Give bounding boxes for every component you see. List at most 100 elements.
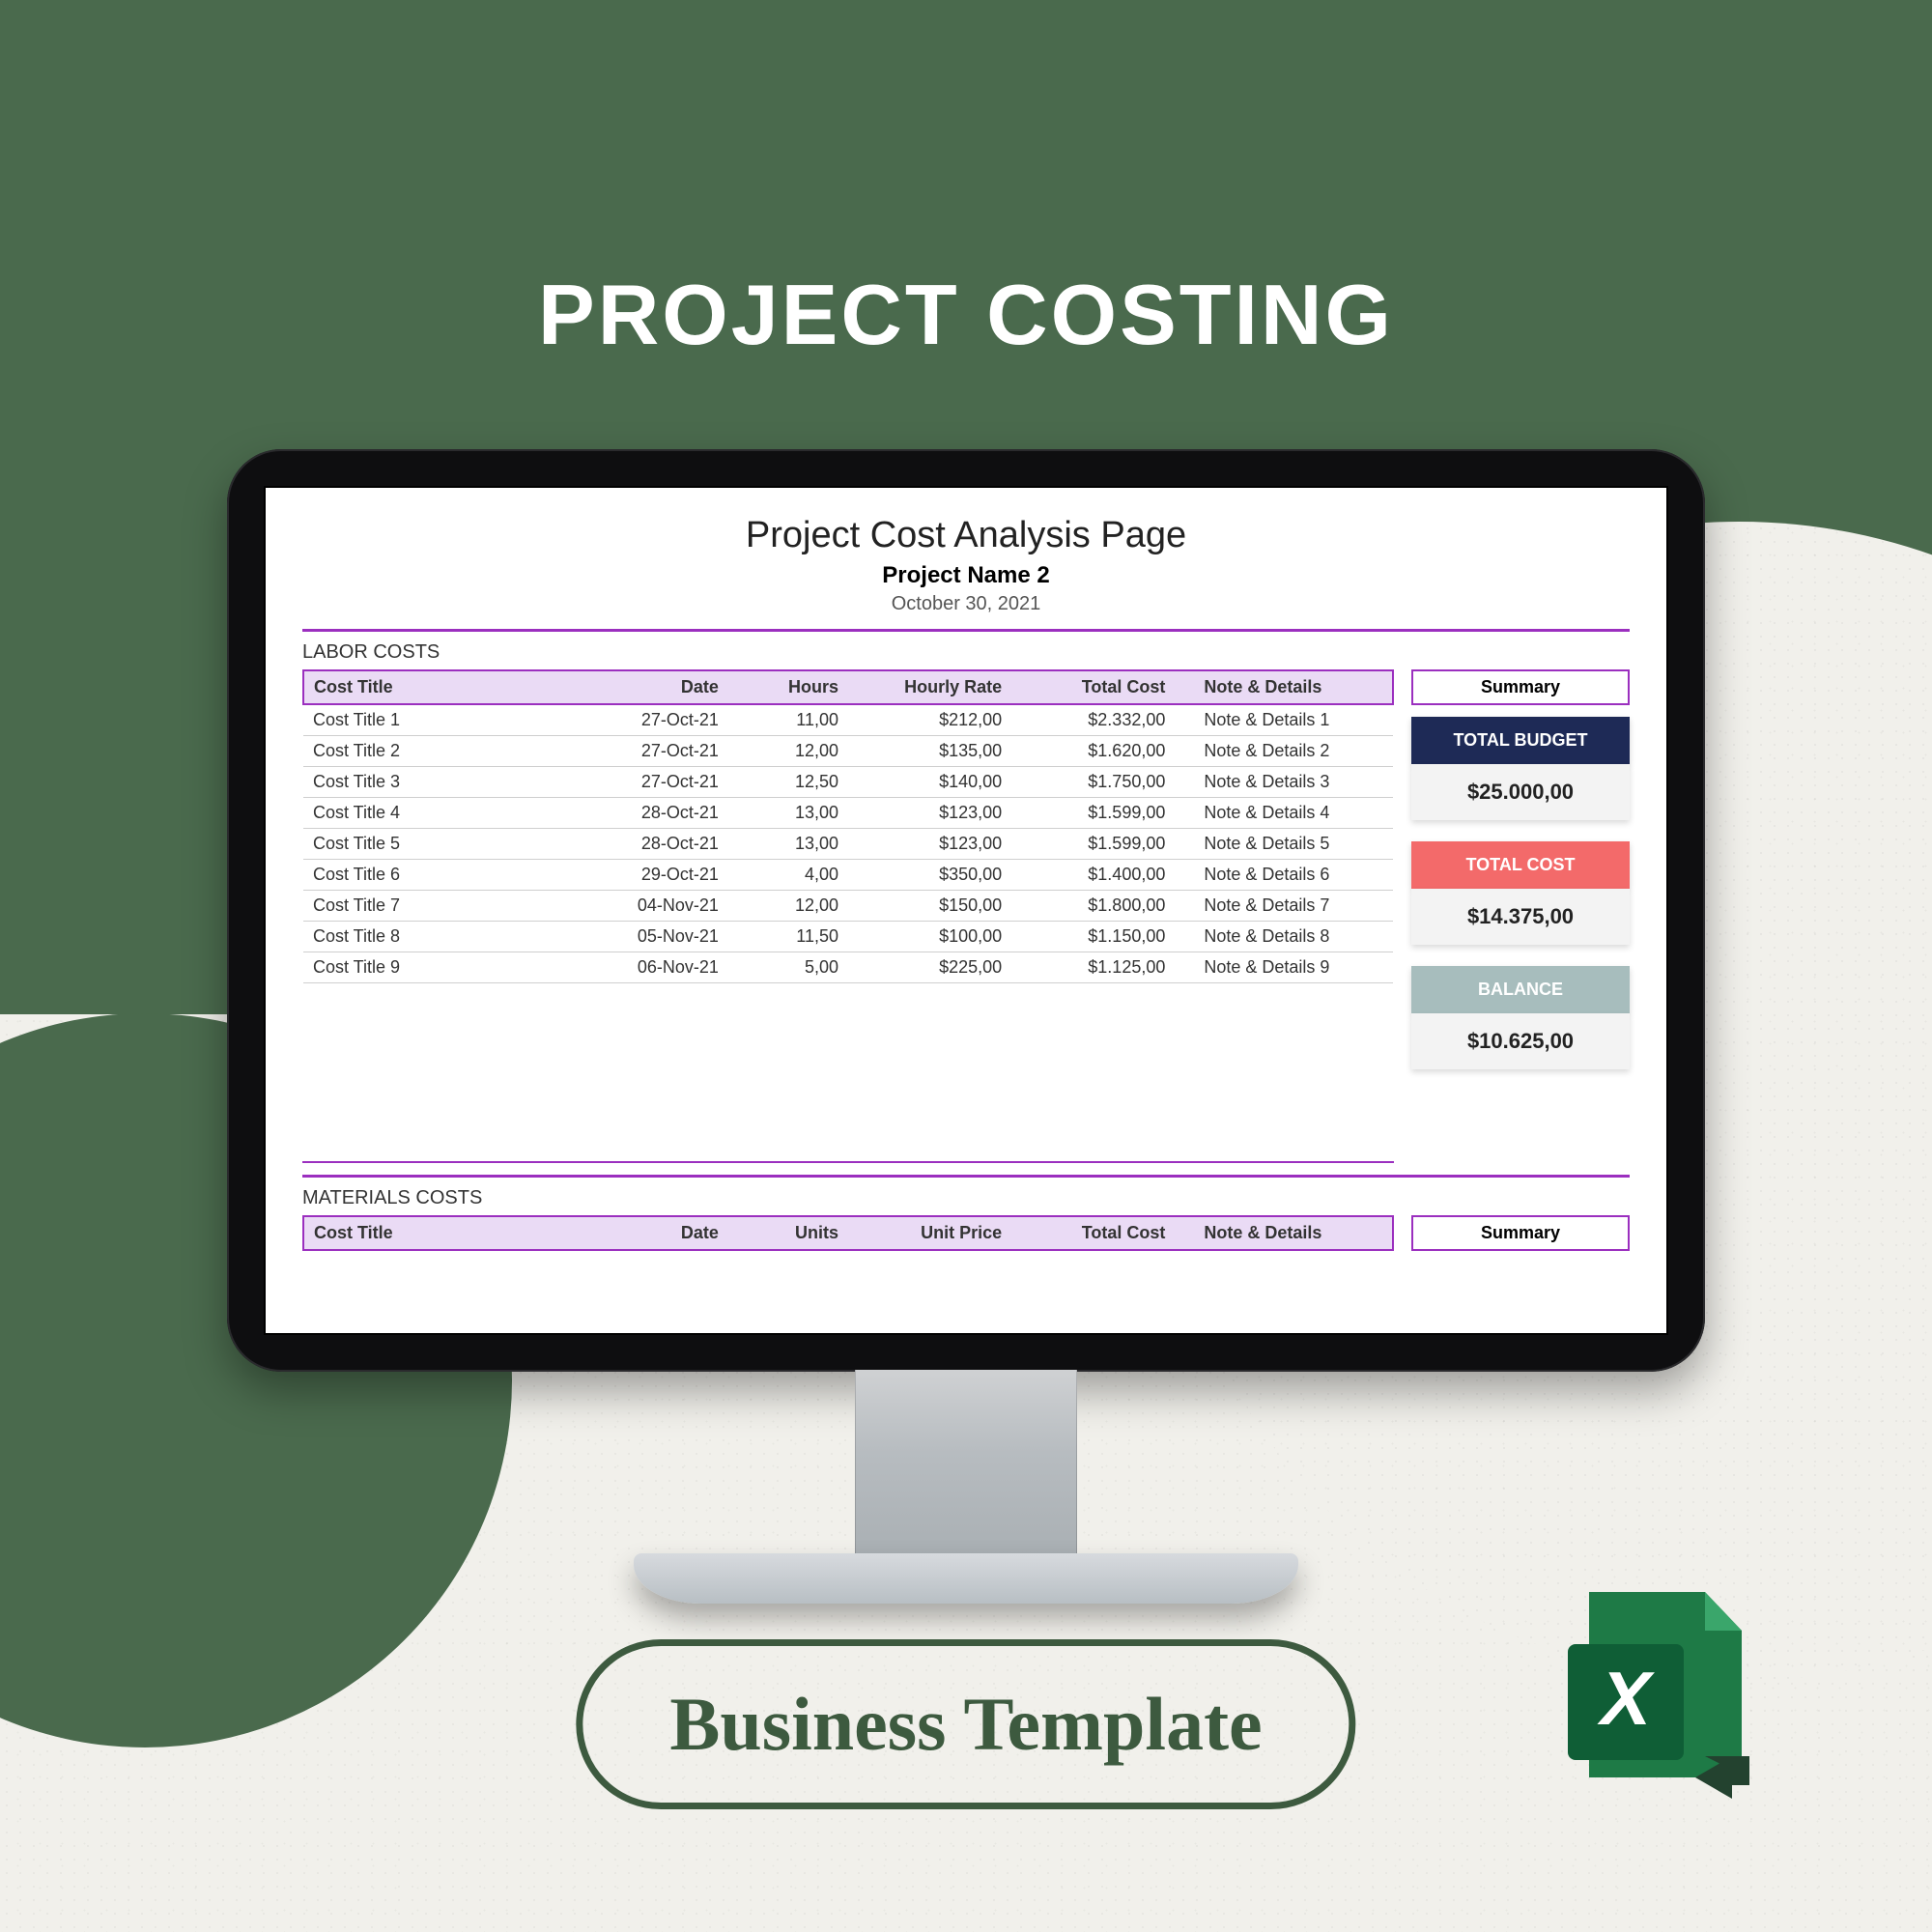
cell-note: Note & Details 6: [1175, 860, 1393, 891]
total-cost-value: $14.375,00: [1411, 889, 1630, 945]
col-rate: Hourly Rate: [848, 670, 1011, 704]
cell-date: 04-Nov-21: [576, 891, 728, 922]
balance-card: BALANCE $10.625,00: [1411, 966, 1630, 1069]
table-row: Cost Title 704-Nov-2112,00$150,00$1.800,…: [303, 891, 1393, 922]
cell-date: 27-Oct-21: [576, 736, 728, 767]
labor-table-wrap: Cost Title Date Hours Hourly Rate Total …: [302, 669, 1394, 1163]
cell-note: Note & Details 9: [1175, 952, 1393, 983]
cell-hours: 13,00: [728, 829, 848, 860]
cell-hours: 12,00: [728, 891, 848, 922]
cell-title: Cost Title 4: [303, 798, 576, 829]
cell-total: $2.332,00: [1011, 704, 1175, 736]
cell-date: 27-Oct-21: [576, 767, 728, 798]
table-spacer: [302, 987, 1394, 1163]
cell-title: Cost Title 7: [303, 891, 576, 922]
total-cost-card: TOTAL COST $14.375,00: [1411, 841, 1630, 945]
cell-date: 29-Oct-21: [576, 860, 728, 891]
monitor-mockup: Project Cost Analysis Page Project Name …: [227, 449, 1705, 1604]
promo-canvas: PROJECT COSTING Project Cost Analysis Pa…: [0, 0, 1932, 1932]
summary-header: Summary: [1411, 669, 1630, 705]
labor-section-label: LABOR COSTS: [302, 641, 1630, 664]
cell-hours: 12,50: [728, 767, 848, 798]
table-row: Cost Title 906-Nov-215,00$225,00$1.125,0…: [303, 952, 1393, 983]
monitor-bezel: Project Cost Analysis Page Project Name …: [227, 449, 1705, 1372]
materials-section-label: MATERIALS COSTS: [302, 1187, 1630, 1209]
cell-total: $1.800,00: [1011, 891, 1175, 922]
cell-date: 06-Nov-21: [576, 952, 728, 983]
cell-rate: $150,00: [848, 891, 1011, 922]
col-hours: Hours: [728, 670, 848, 704]
balance-label: BALANCE: [1411, 966, 1630, 1013]
summary-column: Summary TOTAL BUDGET $25.000,00 TOTAL CO…: [1411, 669, 1630, 1091]
table-row: Cost Title 327-Oct-2112,50$140,00$1.750,…: [303, 767, 1393, 798]
table-row: Cost Title 127-Oct-2111,00$212,00$2.332,…: [303, 704, 1393, 736]
main-heading: PROJECT COSTING: [0, 266, 1932, 364]
project-name: Project Name 2: [302, 562, 1630, 589]
excel-file-icon: X: [1560, 1584, 1753, 1811]
table-row: Cost Title 227-Oct-2112,00$135,00$1.620,…: [303, 736, 1393, 767]
cell-total: $1.125,00: [1011, 952, 1175, 983]
cell-rate: $140,00: [848, 767, 1011, 798]
cell-total: $1.150,00: [1011, 922, 1175, 952]
cell-total: $1.599,00: [1011, 829, 1175, 860]
total-cost-label: TOTAL COST: [1411, 841, 1630, 889]
col-cost-title: Cost Title: [303, 670, 576, 704]
labor-costs-table: Cost Title Date Hours Hourly Rate Total …: [302, 669, 1394, 983]
mcol-price: Unit Price: [848, 1216, 1011, 1250]
cell-date: 28-Oct-21: [576, 829, 728, 860]
cell-rate: $350,00: [848, 860, 1011, 891]
cell-total: $1.400,00: [1011, 860, 1175, 891]
total-budget-label: TOTAL BUDGET: [1411, 717, 1630, 764]
col-date: Date: [576, 670, 728, 704]
materials-costs-table: Cost Title Date Units Unit Price Total C…: [302, 1215, 1394, 1251]
cell-total: $1.750,00: [1011, 767, 1175, 798]
table-row: Cost Title 428-Oct-2113,00$123,00$1.599,…: [303, 798, 1393, 829]
cell-hours: 11,50: [728, 922, 848, 952]
cell-title: Cost Title 3: [303, 767, 576, 798]
cell-note: Note & Details 7: [1175, 891, 1393, 922]
cell-note: Note & Details 2: [1175, 736, 1393, 767]
template-badge: Business Template: [576, 1639, 1355, 1809]
cell-title: Cost Title 6: [303, 860, 576, 891]
cell-rate: $212,00: [848, 704, 1011, 736]
balance-value: $10.625,00: [1411, 1013, 1630, 1069]
cell-hours: 4,00: [728, 860, 848, 891]
col-note: Note & Details: [1175, 670, 1393, 704]
cell-note: Note & Details 3: [1175, 767, 1393, 798]
cell-date: 05-Nov-21: [576, 922, 728, 952]
cell-rate: $225,00: [848, 952, 1011, 983]
cell-hours: 13,00: [728, 798, 848, 829]
svg-text:X: X: [1597, 1656, 1655, 1741]
total-budget-value: $25.000,00: [1411, 764, 1630, 820]
cell-hours: 12,00: [728, 736, 848, 767]
table-row: Cost Title 805-Nov-2111,50$100,00$1.150,…: [303, 922, 1393, 952]
cell-note: Note & Details 4: [1175, 798, 1393, 829]
table-row: Cost Title 528-Oct-2113,00$123,00$1.599,…: [303, 829, 1393, 860]
cell-total: $1.620,00: [1011, 736, 1175, 767]
cell-title: Cost Title 2: [303, 736, 576, 767]
divider: [302, 629, 1630, 632]
monitor-neck: [855, 1370, 1077, 1553]
cell-title: Cost Title 8: [303, 922, 576, 952]
col-total: Total Cost: [1011, 670, 1175, 704]
cell-title: Cost Title 1: [303, 704, 576, 736]
cell-hours: 5,00: [728, 952, 848, 983]
cell-rate: $123,00: [848, 829, 1011, 860]
mcol-date: Date: [576, 1216, 728, 1250]
divider: [302, 1175, 1630, 1178]
table-row: Cost Title 629-Oct-214,00$350,00$1.400,0…: [303, 860, 1393, 891]
cell-date: 27-Oct-21: [576, 704, 728, 736]
cell-rate: $135,00: [848, 736, 1011, 767]
total-budget-card: TOTAL BUDGET $25.000,00: [1411, 717, 1630, 820]
page-title: Project Cost Analysis Page: [302, 515, 1630, 556]
cell-total: $1.599,00: [1011, 798, 1175, 829]
mcol-units: Units: [728, 1216, 848, 1250]
cell-date: 28-Oct-21: [576, 798, 728, 829]
project-date: October 30, 2021: [302, 593, 1630, 615]
cell-hours: 11,00: [728, 704, 848, 736]
template-badge-label: Business Template: [669, 1681, 1262, 1768]
cell-rate: $100,00: [848, 922, 1011, 952]
mcol-total: Total Cost: [1011, 1216, 1175, 1250]
mcol-cost-title: Cost Title: [303, 1216, 576, 1250]
cell-note: Note & Details 8: [1175, 922, 1393, 952]
